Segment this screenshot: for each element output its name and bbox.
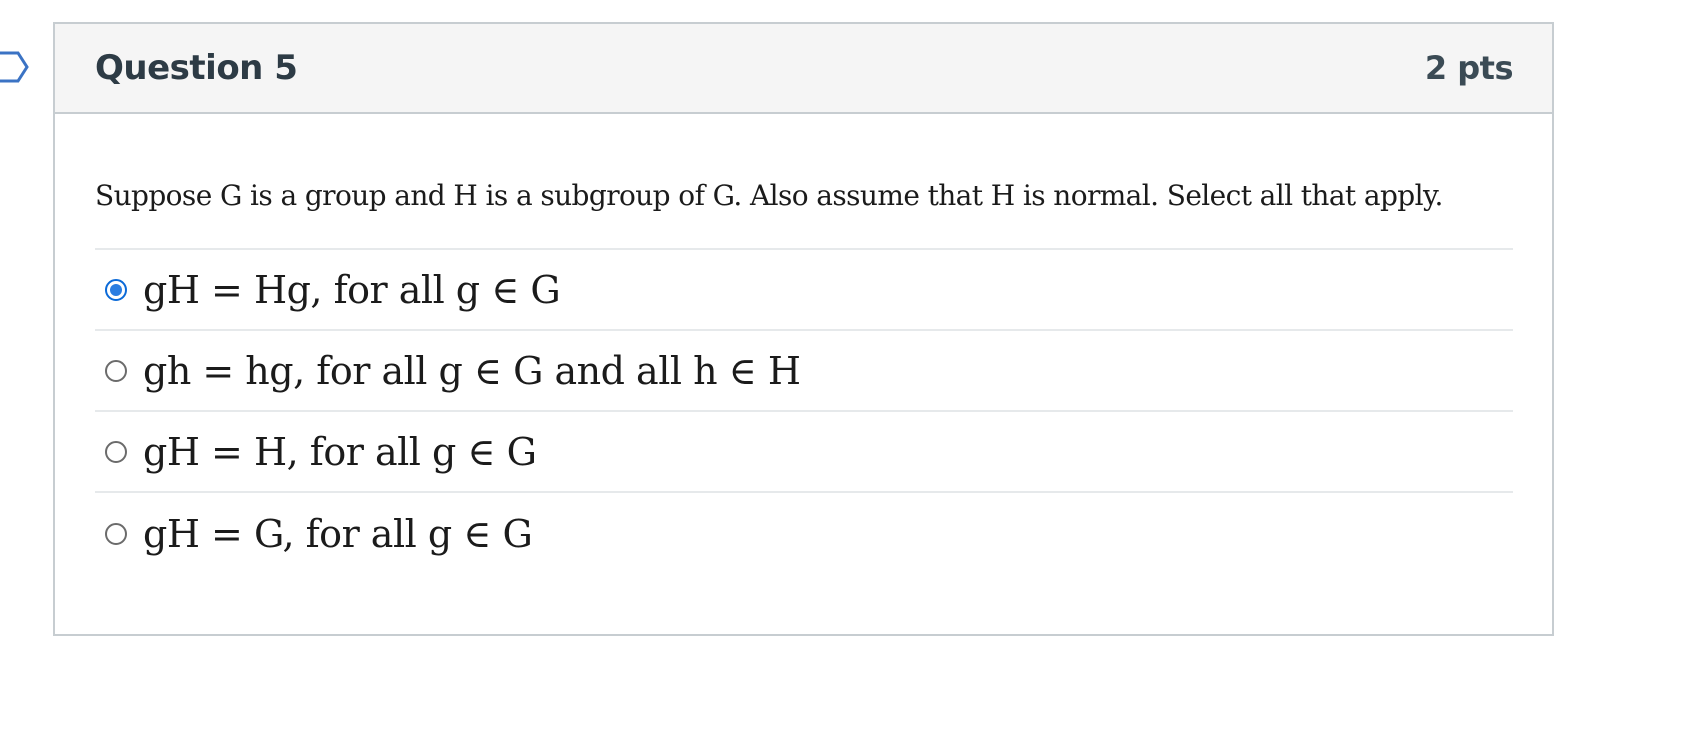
question-card: Question 5 2 pts Suppose G is a group an… — [53, 22, 1554, 636]
answer-label[interactable]: gH = Hg, for all g ∈ G — [143, 268, 561, 312]
question-body: Suppose G is a group and H is a subgroup… — [55, 114, 1552, 574]
answer-label[interactable]: gH = G, for all g ∈ G — [143, 512, 533, 556]
question-title: Question 5 — [95, 48, 298, 88]
answer-option-4[interactable]: gH = G, for all g ∈ G — [95, 493, 1513, 574]
answer-list: gH = Hg, for all g ∈ G gh = hg, for all … — [95, 248, 1513, 574]
answer-label[interactable]: gh = hg, for all g ∈ G and all h ∈ H — [143, 349, 801, 393]
radio-button-icon[interactable] — [105, 440, 127, 463]
answer-option-1[interactable]: gH = Hg, for all g ∈ G — [95, 250, 1513, 331]
radio-button-icon[interactable] — [105, 278, 127, 301]
question-points: 2 pts — [1424, 49, 1514, 87]
bookmark-flag-icon[interactable] — [0, 50, 30, 84]
radio-button-icon[interactable] — [105, 522, 127, 545]
radio-button-icon[interactable] — [105, 359, 127, 382]
answer-option-2[interactable]: gh = hg, for all g ∈ G and all h ∈ H — [95, 331, 1513, 412]
answer-option-3[interactable]: gH = H, for all g ∈ G — [95, 412, 1513, 493]
question-header: Question 5 2 pts — [55, 24, 1552, 114]
question-prompt: Suppose G is a group and H is a subgroup… — [95, 179, 1443, 212]
answer-label[interactable]: gH = H, for all g ∈ G — [143, 430, 537, 474]
